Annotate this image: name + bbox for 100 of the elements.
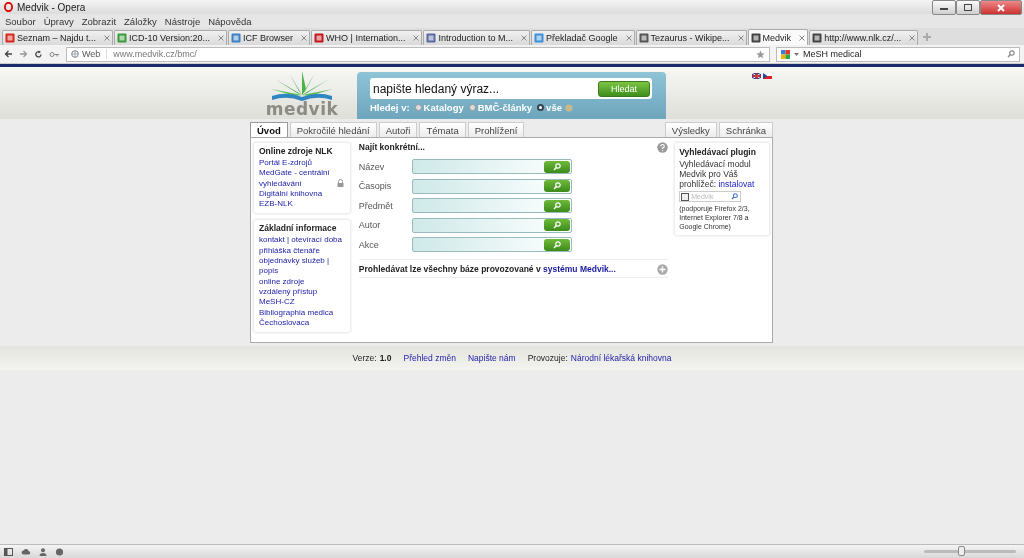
section-heading: Najít konkrétní... (358, 142, 425, 153)
flag-icon[interactable] (763, 73, 772, 79)
system-link[interactable]: systému Medvik... (543, 263, 616, 274)
search-button[interactable] (543, 160, 570, 173)
search-icon (552, 162, 561, 171)
dropdown-icon[interactable] (794, 52, 799, 56)
search-button[interactable] (543, 199, 570, 212)
star-icon[interactable] (756, 49, 765, 59)
browser-tab[interactable]: Seznam – Najdu t... (2, 30, 114, 45)
help-icon[interactable] (657, 142, 669, 153)
nav-tab[interactable]: Pokročilé hledání (289, 122, 377, 137)
favicon-icon (117, 33, 128, 43)
sidebar-link[interactable]: MeSH-CZ (259, 297, 346, 308)
operator-link[interactable]: Národní lékařská knihovna (570, 353, 672, 363)
browser-tab[interactable]: WHO | Internation... (311, 30, 423, 45)
globe-icon (71, 50, 79, 58)
flag-icon[interactable] (752, 73, 761, 79)
search-icon (552, 201, 561, 210)
search-button[interactable] (543, 238, 570, 251)
close-icon[interactable] (799, 34, 806, 41)
field-label: Autor (358, 220, 382, 231)
browser-tab[interactable]: Medvik (747, 29, 809, 45)
sidebar-link[interactable]: Bibliographia medica Čechoslovaca (259, 307, 346, 329)
address-field[interactable]: Web www.medvik.cz/bmc/ (66, 46, 770, 62)
nav-tab[interactable]: Úvod (250, 122, 288, 137)
opera-logo-icon (4, 2, 13, 12)
input-field[interactable] (411, 178, 572, 194)
slider-thumb[interactable] (957, 546, 965, 556)
search-button[interactable] (543, 219, 570, 232)
close-icon[interactable] (218, 35, 225, 41)
browser-tab[interactable]: ICD-10 Version:20... (114, 30, 228, 45)
nav-tab[interactable]: Témata (419, 122, 466, 137)
nav-tab[interactable]: Výsledky (664, 122, 717, 137)
search-icon (552, 221, 561, 230)
favicon-icon (681, 192, 690, 201)
expand-icon[interactable] (657, 263, 669, 275)
input-field[interactable] (411, 198, 572, 214)
sidebar-link[interactable]: vzdálený přístup (259, 286, 346, 298)
menu-item[interactable]: Soubor (5, 15, 36, 27)
close-icon[interactable] (104, 35, 111, 41)
web-label: Web (82, 49, 101, 59)
nav-tab[interactable]: Prohlížení (467, 122, 525, 137)
footer-link[interactable]: Napište nám (467, 353, 516, 363)
panel-icon[interactable] (4, 547, 13, 556)
back-icon[interactable] (4, 50, 13, 58)
key-icon[interactable] (49, 50, 60, 58)
close-icon[interactable] (625, 35, 632, 41)
browser-tab[interactable]: ICF Browser (228, 30, 311, 45)
sidebar-link[interactable]: EZB-NLK (259, 199, 346, 210)
radio-button[interactable] (537, 104, 545, 111)
favicon-icon (5, 33, 15, 43)
menu-item[interactable]: Nástroje (164, 15, 201, 27)
browser-tab[interactable]: http://www.nlk.cz/... (809, 30, 919, 45)
menu-item[interactable]: Nápověda (208, 15, 252, 27)
sidebar-title: Online zdroje NLK (259, 146, 334, 156)
sidebar-link[interactable]: kontakt | otevírací doba (259, 235, 346, 246)
sidebar-link[interactable]: Portál E-zdrojů (259, 158, 346, 169)
close-icon[interactable] (521, 35, 528, 41)
input-field[interactable] (411, 237, 572, 253)
plugin-text: Vyhledávací modul Medvik pro Váš prohlížeč: instalovat (679, 159, 756, 189)
maximize-button[interactable] (956, 0, 980, 15)
sidebar-link[interactable]: přihláška čtenáře (259, 245, 346, 257)
minimize-button[interactable] (932, 0, 956, 15)
field-label: Časopis (358, 181, 393, 192)
favicon-icon (812, 33, 823, 43)
close-icon[interactable] (909, 35, 916, 41)
browser-tab[interactable]: Překladač Google (531, 30, 635, 45)
search-engine-field[interactable]: MeSH medical (776, 46, 1020, 62)
gauge-icon[interactable] (55, 547, 64, 556)
person-icon[interactable] (39, 547, 47, 556)
field-label: Předmět (358, 200, 394, 211)
sidebar-link[interactable]: Digitální knihovna (259, 188, 346, 200)
scope-label: Hledej v: (370, 102, 410, 113)
close-icon[interactable] (413, 35, 420, 41)
browser-tab[interactable]: Tezaurus - Wikipe... (635, 30, 747, 45)
footer-link[interactable]: Přehled změn (403, 353, 456, 363)
close-button[interactable] (980, 0, 1022, 15)
search-button[interactable] (543, 180, 570, 193)
reload-icon[interactable] (34, 49, 43, 59)
menu-item[interactable]: Zobrazit (81, 15, 117, 27)
menu-item[interactable]: Úpravy (43, 15, 74, 27)
browser-tab[interactable]: Introduction to M... (423, 30, 531, 45)
forward-icon[interactable] (19, 50, 28, 58)
close-icon[interactable] (737, 35, 744, 41)
install-link[interactable]: instalovat (718, 179, 755, 189)
cloud-icon[interactable] (21, 548, 31, 555)
field-label: Název (358, 161, 386, 172)
radio-button[interactable] (468, 104, 476, 111)
menu-item[interactable]: Záložky (124, 15, 157, 27)
input-field[interactable] (411, 159, 572, 175)
search-icon (552, 182, 561, 191)
radio-button[interactable] (414, 104, 422, 111)
nav-tab[interactable]: Schránka (718, 122, 773, 137)
sidebar-link[interactable]: MedGate - centrální vyhledávání (259, 168, 335, 189)
sidebar-link[interactable]: online zdroje (259, 276, 346, 287)
input-field[interactable] (411, 217, 572, 233)
plugin-title: Vyhledávací plugin (679, 147, 757, 157)
nav-tab[interactable]: Autoři (378, 122, 418, 137)
favicon-icon (231, 33, 242, 43)
close-icon[interactable] (301, 35, 308, 41)
